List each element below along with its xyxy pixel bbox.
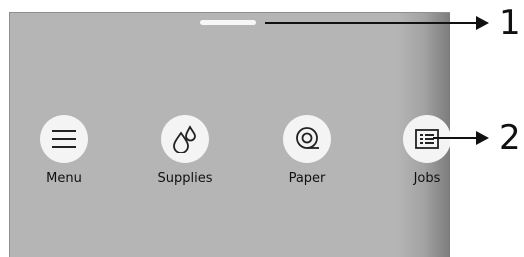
callout-1-arrowhead: [476, 16, 489, 30]
printer-home-screen: Menu Supplies Paper Jobs: [9, 12, 450, 257]
paper-app[interactable]: Paper: [267, 115, 347, 197]
job-list-icon: [415, 129, 439, 149]
hamburger-menu-icon: [52, 130, 76, 148]
callout-1-line: [265, 22, 477, 24]
paper-icon-circle: [283, 115, 331, 163]
ink-drops-icon: [173, 125, 196, 153]
paper-roll-icon: [296, 127, 319, 149]
menu-app[interactable]: Menu: [24, 115, 104, 197]
touchscreen-diagram: Menu Supplies Paper Jobs 1 2: [0, 0, 524, 257]
paper-label: Paper: [288, 171, 326, 186]
swipe-handle[interactable]: [200, 20, 256, 25]
callout-2-line: [433, 137, 477, 139]
menu-label: Menu: [46, 171, 82, 186]
supplies-icon-circle: [161, 115, 209, 163]
jobs-icon-circle: [403, 115, 450, 163]
callout-2-arrowhead: [476, 131, 489, 145]
callout-1-number: 1: [499, 3, 521, 43]
jobs-app[interactable]: Jobs: [387, 115, 450, 197]
supplies-label: Supplies: [157, 171, 213, 186]
callout-2-number: 2: [499, 118, 521, 158]
supplies-app[interactable]: Supplies: [145, 115, 225, 197]
jobs-label: Jobs: [413, 171, 441, 186]
menu-icon-circle: [40, 115, 88, 163]
